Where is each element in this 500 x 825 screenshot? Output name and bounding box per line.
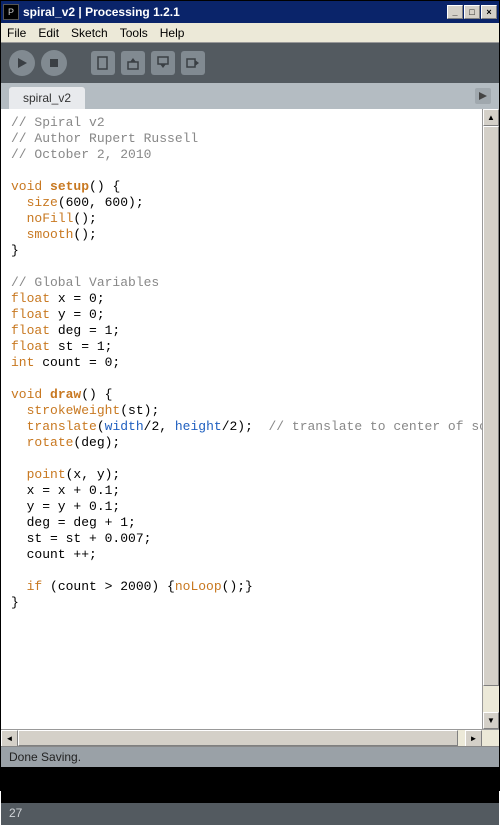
menu-help[interactable]: Help (160, 26, 185, 40)
scroll-right-button[interactable]: ► (465, 730, 482, 747)
toolbar (1, 43, 499, 83)
maximize-button[interactable]: □ (464, 5, 480, 19)
stop-button[interactable] (41, 50, 67, 76)
scroll-left-button[interactable]: ◄ (1, 730, 18, 747)
tab-bar: spiral_v2 (1, 83, 499, 109)
menu-file[interactable]: File (7, 26, 26, 40)
window-titlebar: P spiral_v2 | Processing 1.2.1 _ □ × (1, 1, 499, 23)
status-bar: Done Saving. (1, 747, 499, 767)
export-button[interactable] (181, 51, 205, 75)
app-icon: P (3, 4, 19, 20)
status-text: Done Saving. (9, 750, 81, 764)
footer-bar: 27 (1, 803, 499, 825)
window-title: spiral_v2 | Processing 1.2.1 (23, 5, 446, 19)
console-output[interactable] (1, 767, 499, 803)
tab-sketch[interactable]: spiral_v2 (9, 87, 85, 109)
tab-menu-button[interactable] (475, 88, 491, 104)
scroll-thumb-v[interactable] (483, 126, 499, 686)
horizontal-scrollbar[interactable]: ◄ ► (1, 729, 499, 746)
menu-sketch[interactable]: Sketch (71, 26, 108, 40)
code-editor[interactable]: // Spiral v2 // Author Rupert Russell //… (1, 109, 499, 747)
menu-bar: File Edit Sketch Tools Help (1, 23, 499, 43)
new-button[interactable] (91, 51, 115, 75)
minimize-button[interactable]: _ (447, 5, 463, 19)
menu-edit[interactable]: Edit (38, 26, 59, 40)
vertical-scrollbar[interactable]: ▲ ▼ (482, 109, 499, 729)
line-number: 27 (9, 806, 22, 820)
scroll-down-button[interactable]: ▼ (483, 712, 499, 729)
scroll-thumb-h[interactable] (18, 730, 458, 746)
scroll-up-button[interactable]: ▲ (483, 109, 499, 126)
save-button[interactable] (151, 51, 175, 75)
close-button[interactable]: × (481, 5, 497, 19)
open-button[interactable] (121, 51, 145, 75)
menu-tools[interactable]: Tools (120, 26, 148, 40)
run-button[interactable] (9, 50, 35, 76)
editor-content[interactable]: // Spiral v2 // Author Rupert Russell //… (1, 109, 499, 729)
